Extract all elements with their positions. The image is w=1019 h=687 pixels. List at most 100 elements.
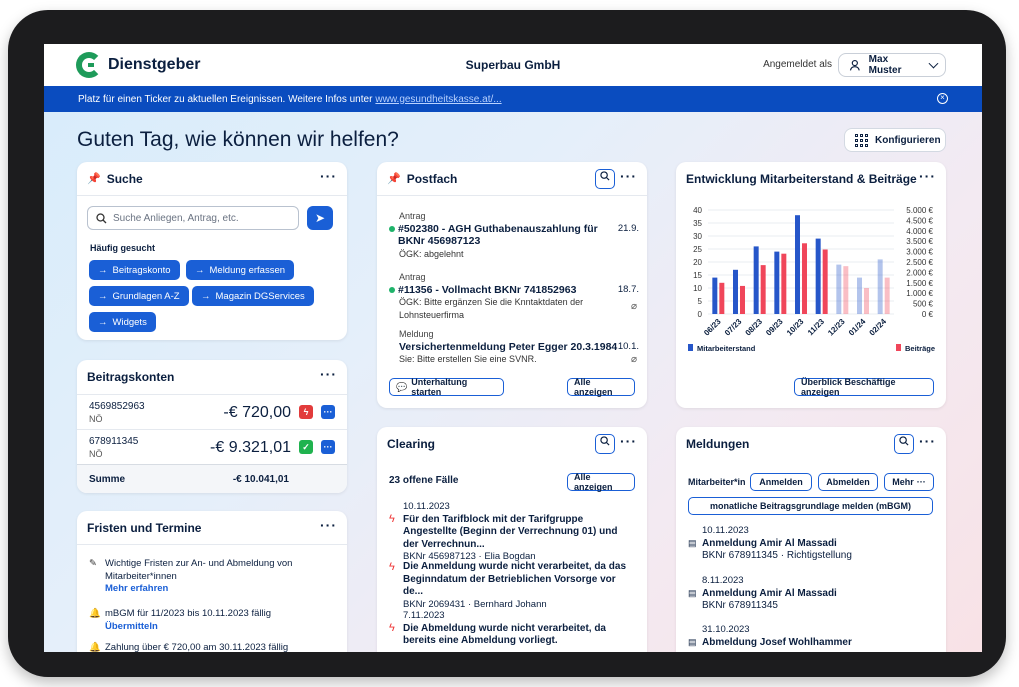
configure-label: Konfigurieren	[875, 134, 941, 146]
account-sum-row: Summe -€ 10.041,01	[77, 464, 347, 493]
search-button[interactable]	[595, 434, 615, 454]
item-sub: ÖGK: Bitte ergänzen Sie die Knntaktdaten…	[399, 297, 584, 320]
y-tick-right: 5.000 €	[906, 206, 933, 215]
anmelden-button[interactable]: Anmelden	[750, 473, 812, 491]
meldung-item[interactable]: 10.11.2023 ▤ Anmeldung Amir Al Massadi B…	[688, 525, 933, 563]
postfach-item[interactable]: Antrag #11356 - Vollmacht BKNr 741852963…	[389, 271, 639, 321]
pin-icon[interactable]: 📌	[87, 172, 101, 185]
meldung-item[interactable]: 8.11.2023 ▤ Anmeldung Amir Al Massadi BK…	[688, 575, 933, 613]
account-number: 4569852963	[89, 401, 145, 412]
clearing-item[interactable]: 7.11.2023 ϟ Die Abmeldung wurde nicht ve…	[377, 610, 647, 648]
more-icon[interactable]: ···	[919, 434, 936, 448]
employees-overview-label: Überblick Beschäftige anzeigen	[801, 377, 896, 397]
show-all-label: Alle anzeigen	[574, 377, 613, 397]
configure-button[interactable]: Konfigurieren	[844, 128, 946, 152]
chip-beitragskonto[interactable]: → Beitragskonto	[89, 260, 180, 280]
x-tick-label: 08/23	[744, 317, 765, 338]
bar-beitraege	[740, 285, 745, 314]
chip-label: Beitragskonto	[112, 264, 171, 276]
mbgm-button[interactable]: monatliche Beitragsgrundlage melden (mBG…	[688, 497, 933, 515]
meldung-item[interactable]: 31.10.2023 ▤ Abmeldung Josef Wohlhammer	[688, 624, 933, 649]
bar-mitarbeiterstand	[774, 251, 780, 314]
send-button[interactable]: ➤	[307, 206, 333, 230]
y-tick-left: 20	[693, 258, 702, 267]
bar-mitarbeiterstand	[877, 259, 883, 314]
employees-overview-button[interactable]: Überblick Beschäftige anzeigen	[794, 377, 934, 397]
mbgm-label: monatliche Beitragsgrundlage melden (mBG…	[709, 501, 912, 511]
search-input[interactable]: Suche Anliegen, Antrag, etc.	[87, 206, 299, 230]
item-title: #11356 - Vollmacht BKNr 741852963	[398, 283, 577, 296]
postfach-card: 📌 Postfach ··· Antrag #502380 - AGH Guth…	[377, 162, 647, 408]
chip-magazin[interactable]: → Magazin DGServices	[192, 286, 314, 306]
user-name: Max Muster	[868, 54, 902, 76]
chip-label: Magazin DGServices	[215, 290, 305, 302]
bar-mitarbeiterstand	[795, 215, 800, 314]
grid-icon	[855, 133, 868, 147]
item-date: 31.10.2023	[702, 624, 750, 635]
show-all-button[interactable]: Alle anzeigen	[567, 472, 635, 492]
more-icon[interactable]: ···	[320, 518, 337, 532]
abmelden-button[interactable]: Abmelden	[818, 473, 878, 491]
more-icon[interactable]: ···	[620, 169, 637, 183]
y-tick-right: 3.000 €	[906, 248, 933, 257]
bolt-icon: ϟ	[389, 513, 395, 525]
chevron-down-icon	[928, 58, 939, 68]
postfach-card-header: 📌 Postfach ···	[377, 162, 647, 196]
item-text: Für den Tarifblock mit der Tarifgruppe A…	[403, 513, 618, 550]
legend-label-mitarbeiterstand: Mitarbeiterstand	[697, 344, 756, 353]
more-icon[interactable]: ···	[620, 434, 637, 448]
ticker-link[interactable]: www.gesundheitskasse.at/...	[375, 94, 501, 105]
clearing-item[interactable]: ϟ Die Anmeldung wurde nicht verarbeitet,…	[377, 561, 647, 611]
account-row[interactable]: 4569852963 NÖ -€ 720,00 ϟ ···	[77, 394, 347, 429]
account-region: NÖ	[89, 449, 103, 459]
more-button[interactable]: Mehr ···	[884, 473, 934, 491]
clearing-item[interactable]: 10.11.2023 ϟ Für den Tarifblock mit der …	[377, 501, 647, 564]
close-icon[interactable]: ×	[937, 93, 948, 104]
y-tick-right: 1.500 €	[906, 279, 933, 288]
item-title: Versichertenmeldung Peter Egger 20.3.198…	[399, 340, 618, 353]
app-screen: Dienstgeber Superbau GmbH Angemeldet als…	[44, 44, 982, 652]
chip-widgets[interactable]: → Widgets	[89, 312, 156, 332]
more-icon[interactable]: ···	[320, 169, 337, 183]
check-icon: ✓	[299, 440, 313, 454]
bar-mitarbeiterstand	[815, 238, 821, 314]
deadline-link[interactable]: Mehr erfahren	[105, 583, 334, 596]
chip-grundlagen[interactable]: → Grundlagen A-Z	[89, 286, 189, 306]
chip-meldung-erfassen[interactable]: → Meldung erfassen	[186, 260, 295, 280]
more-options-button[interactable]: ···	[321, 440, 335, 454]
search-icon	[899, 436, 909, 446]
bar-mitarbeiterstand	[753, 246, 759, 314]
anmelden-label: Anmelden	[759, 477, 803, 487]
bar-mitarbeiterstand	[712, 277, 718, 314]
start-chat-button[interactable]: 💬 Unterhaltung starten	[389, 377, 504, 397]
search-button[interactable]	[894, 434, 914, 454]
postfach-item[interactable]: Meldung Versichertenmeldung Peter Egger …	[389, 328, 639, 366]
item-type: Antrag	[399, 211, 426, 221]
account-row[interactable]: 678911345 NÖ -€ 9.321,01 ✓ ···	[77, 429, 347, 464]
page-title: Guten Tag, wie können wir helfen?	[77, 128, 399, 151]
deadlines-card-title: Fristen und Termine	[87, 520, 202, 535]
more-options-button[interactable]: ···	[321, 405, 335, 419]
chat-icon: 💬	[396, 381, 408, 392]
tablet-frame: Dienstgeber Superbau GmbH Angemeldet als…	[8, 10, 1006, 677]
more-icon[interactable]: ···	[919, 169, 936, 183]
top-bar: Dienstgeber Superbau GmbH Angemeldet als…	[44, 44, 982, 86]
user-menu-button[interactable]: Max Muster	[838, 53, 946, 77]
role-label: Mitarbeiter*in	[688, 477, 746, 487]
pin-icon[interactable]: 📌	[387, 172, 401, 185]
item-sub: BKNr 678911345 · Richtigstellung	[702, 550, 852, 561]
ticker-text: Platz für einen Ticker zu aktuellen Erei…	[78, 93, 373, 105]
legend-swatch-beitraege	[896, 344, 901, 351]
show-all-button[interactable]: Alle anzeigen	[567, 377, 635, 397]
deadline-text: mBGM für 11/2023 bis 10.11.2023 fällig	[105, 608, 271, 619]
y-tick-right: 4.500 €	[906, 216, 933, 225]
item-title: Anmeldung Amir Al Massadi	[702, 587, 837, 599]
deadline-item: 🔔 mBGM für 11/2023 bis 10.11.2023 fällig…	[89, 608, 334, 633]
search-card: 📌 Suche ··· Suche Anliegen, Antrag, etc.…	[77, 162, 347, 340]
deadline-link[interactable]: Übermitteln	[105, 621, 334, 634]
postfach-item[interactable]: Antrag #502380 - AGH Guthabenauszahlung …	[389, 210, 639, 260]
y-tick-right: 500 €	[913, 300, 934, 309]
more-icon[interactable]: ···	[320, 367, 337, 381]
search-button[interactable]	[595, 169, 615, 189]
search-icon	[600, 436, 610, 446]
